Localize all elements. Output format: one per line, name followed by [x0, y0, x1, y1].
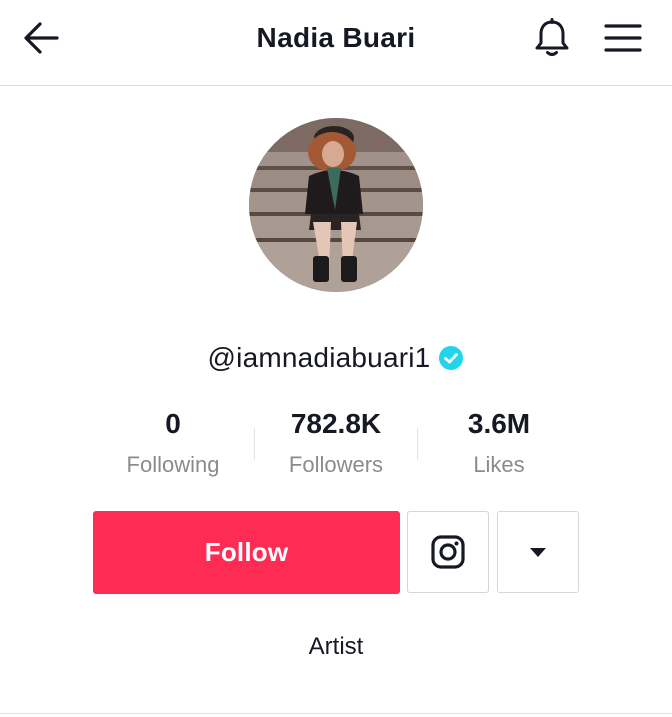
likes-count: 3.6M: [467, 408, 531, 439]
following-count: 0: [165, 408, 181, 439]
verified-badge-icon: [439, 346, 464, 370]
stat-following[interactable]: 0 Following: [92, 404, 254, 486]
profile-avatar[interactable]: [249, 118, 423, 292]
followers-label: Followers: [288, 452, 384, 477]
more-options-button[interactable]: [497, 511, 579, 593]
username-row: @iamnadiabuari1: [0, 336, 672, 380]
instagram-button[interactable]: [407, 511, 489, 593]
profile-bio: Artist: [308, 633, 364, 660]
top-bar: Nadia Buari: [0, 0, 672, 86]
notifications-button[interactable]: [530, 16, 574, 60]
username: @iamnadiabuari1: [207, 342, 431, 373]
follow-button[interactable]: Follow: [93, 511, 400, 594]
profile-stats: 0 Following 782.8K Followers 3.6M Likes: [92, 404, 580, 484]
menu-button[interactable]: [600, 16, 646, 60]
stat-followers[interactable]: 782.8K Followers: [255, 404, 417, 486]
stat-likes[interactable]: 3.6M Likes: [418, 404, 580, 486]
section-divider: [0, 713, 672, 714]
likes-label: Likes: [473, 452, 525, 477]
bell-icon: [535, 18, 569, 56]
following-label: Following: [126, 452, 220, 477]
followers-count: 782.8K: [290, 408, 382, 439]
hamburger-menu-icon: [604, 24, 642, 52]
avatar-photo: [249, 118, 423, 292]
caret-down-icon: [530, 548, 546, 557]
instagram-icon: [431, 535, 465, 569]
